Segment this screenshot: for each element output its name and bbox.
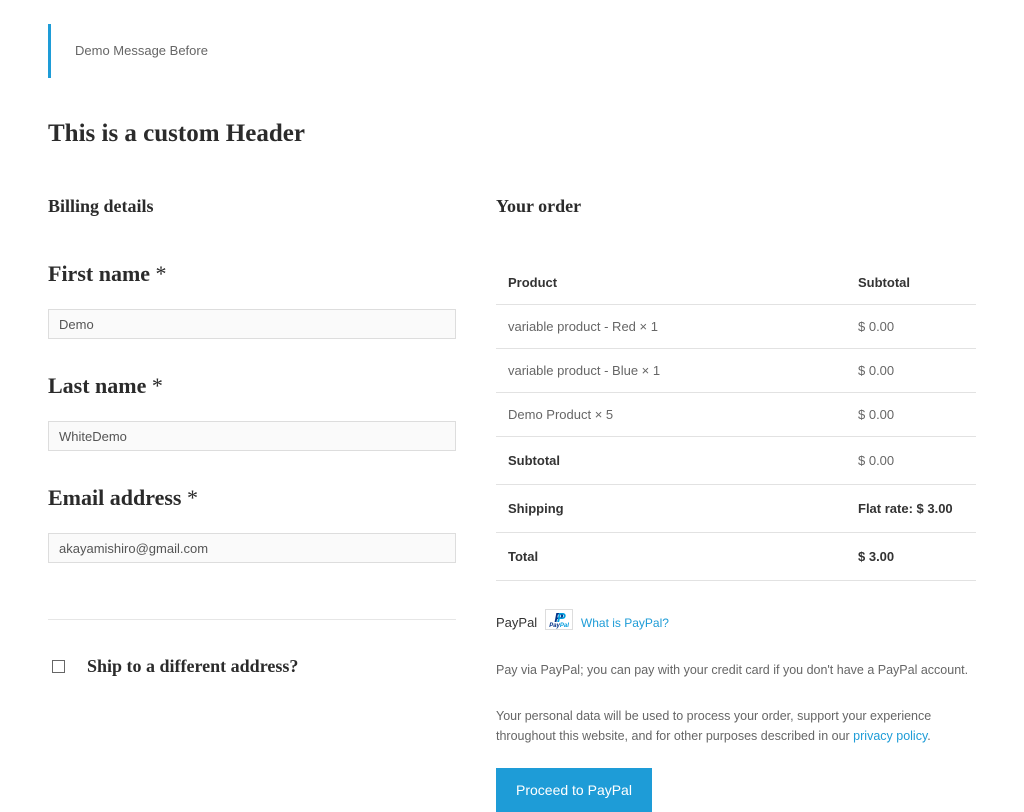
item-subtotal: $ 0.00 <box>846 305 976 349</box>
first-name-field: First name * <box>48 261 456 339</box>
item-name: Demo Product × 5 <box>496 393 846 437</box>
table-row: variable product - Red × 1 $ 0.00 <box>496 305 976 349</box>
table-row: variable product - Blue × 1 $ 0.00 <box>496 349 976 393</box>
total-label: Total <box>496 533 846 581</box>
col-product: Product <box>496 261 846 305</box>
payment-method-row[interactable]: PayPal PP PayPal What is PayPal? <box>496 609 976 630</box>
privacy-text: Your personal data will be used to proce… <box>496 706 976 746</box>
item-subtotal: $ 0.00 <box>846 393 976 437</box>
payment-description: Pay via PayPal; you can pay with your cr… <box>496 660 976 680</box>
total-value: $ 3.00 <box>846 533 976 581</box>
first-name-input[interactable] <box>48 309 456 339</box>
email-label: Email address * <box>48 485 456 511</box>
subtotal-label: Subtotal <box>496 437 846 485</box>
privacy-policy-link[interactable]: privacy policy <box>853 729 927 743</box>
paypal-icon: PP PayPal <box>545 609 573 630</box>
first-name-label: First name * <box>48 261 456 287</box>
last-name-input[interactable] <box>48 421 456 451</box>
payment-method-label: PayPal <box>496 615 537 630</box>
shipping-label: Shipping <box>496 485 846 533</box>
order-heading: Your order <box>496 196 976 217</box>
notice-before: Demo Message Before <box>48 24 976 78</box>
what-is-paypal-link[interactable]: What is PayPal? <box>581 616 669 630</box>
item-name: variable product - Red × 1 <box>496 305 846 349</box>
ship-different-label: Ship to a different address? <box>87 656 298 677</box>
last-name-field: Last name * <box>48 373 456 451</box>
item-name: variable product - Blue × 1 <box>496 349 846 393</box>
page-title: This is a custom Header <box>48 120 976 148</box>
item-subtotal: $ 0.00 <box>846 349 976 393</box>
shipping-value: Flat rate: $ 3.00 <box>846 485 976 533</box>
ship-different-checkbox[interactable] <box>52 660 65 673</box>
notice-before-text: Demo Message Before <box>75 43 208 58</box>
email-field[interactable] <box>48 533 456 563</box>
proceed-to-paypal-button[interactable]: Proceed to PayPal <box>496 768 652 812</box>
order-table: Product Subtotal variable product - Red … <box>496 261 976 581</box>
last-name-label: Last name * <box>48 373 456 399</box>
email-field-wrap: Email address * <box>48 485 456 563</box>
divider <box>48 619 456 620</box>
ship-different-row[interactable]: Ship to a different address? <box>48 656 456 677</box>
billing-heading: Billing details <box>48 196 456 217</box>
table-row: Demo Product × 5 $ 0.00 <box>496 393 976 437</box>
col-subtotal: Subtotal <box>846 261 976 305</box>
subtotal-value: $ 0.00 <box>846 437 976 485</box>
